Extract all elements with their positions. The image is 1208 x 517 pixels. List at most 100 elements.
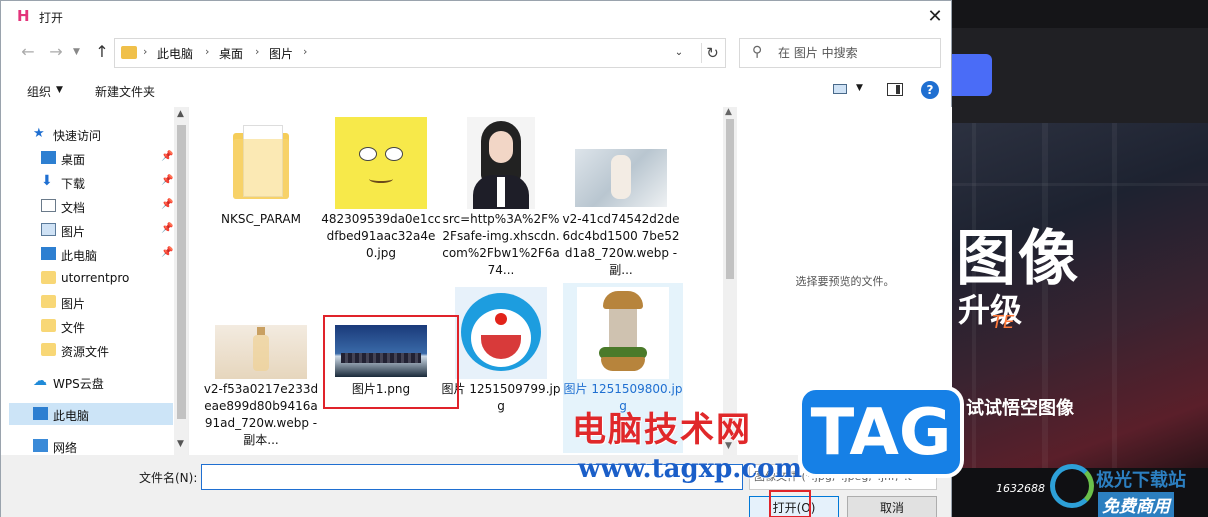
sidebar-item-label: 资源文件 — [61, 345, 110, 359]
view-mode-chevron-down-icon[interactable]: ▼ — [856, 83, 863, 93]
sidebar-item-label: 图片 — [61, 297, 86, 311]
sidebar-item-pictures[interactable]: 图片 📌 — [9, 219, 173, 241]
forward-button[interactable]: → — [47, 43, 65, 61]
search-box[interactable]: ⚲ — [739, 38, 941, 68]
background-app-window: 图像 升级 TE 试试悟空图像 1632688 — [952, 0, 1208, 517]
cancel-button[interactable]: 取消 — [847, 496, 937, 517]
file-item-nksc-param[interactable]: NKSC_PARAM — [201, 113, 321, 283]
sidebar-item-resources-folder[interactable]: 资源文件 — [9, 339, 173, 361]
sidebar-item-label: utorrentpro — [61, 271, 130, 285]
watermark-aurora-logo-icon — [1050, 464, 1094, 508]
back-button[interactable]: ← — [19, 43, 37, 61]
file-item-v2-41cd[interactable]: v2-41cd74542d2de6dc4bd1500 7be52d1a8_720… — [561, 113, 681, 283]
watermark-logo-line1: 极光下载站 — [1096, 470, 1186, 491]
photo-thumbnail — [575, 149, 667, 207]
background-try-text: 试试悟空图像 — [966, 398, 1074, 419]
folder-icon — [121, 46, 137, 59]
file-name: 482309539da0e1ccdfbed91aac32a4e0.jpg — [321, 212, 441, 260]
watermark-site-url: www.tagxp.com — [578, 454, 803, 484]
sidebar-item-label: 文档 — [61, 201, 86, 215]
preview-hint: 选择要预览的文件。 — [795, 275, 895, 288]
breadcrumb-separator-icon[interactable]: › — [303, 45, 307, 58]
sidebar-scrollbar[interactable]: ▲ ▼ — [174, 107, 188, 455]
up-button[interactable]: ↑ — [93, 41, 111, 63]
sidebar-item-label: 此电脑 — [53, 409, 90, 423]
pin-icon[interactable]: 📌 — [161, 151, 173, 162]
scroll-up-icon[interactable]: ▲ — [725, 107, 732, 117]
file-name: NKSC_PARAM — [221, 212, 301, 226]
sidebar-item-files-folder[interactable]: 文件 — [9, 315, 173, 337]
sidebar-item-utorrentpro[interactable]: utorrentpro — [9, 267, 173, 289]
file-item-portrait[interactable]: src=http%3A%2F%2Fsafe-img.xhscdn.com%2Fb… — [441, 113, 561, 283]
pictures-icon — [41, 223, 56, 236]
background-blue-button[interactable] — [952, 54, 992, 96]
sidebar-item-this-pc-pinned[interactable]: 此电脑 📌 — [9, 243, 173, 265]
folder-icon — [41, 319, 56, 332]
search-input[interactable] — [778, 44, 936, 62]
file-item-doraemon[interactable]: 图片 1251509799.jpg — [441, 283, 561, 453]
pin-icon[interactable]: 📌 — [161, 223, 173, 234]
sidebar-item-this-pc[interactable]: 此电脑 — [9, 403, 173, 425]
watermark-tag-logo: TAG — [798, 386, 964, 478]
sidebar-item-documents[interactable]: 文档 📌 — [9, 195, 173, 217]
new-folder-button[interactable]: 新建文件夹 — [95, 83, 155, 100]
breadcrumb-separator-icon[interactable]: › — [255, 45, 259, 58]
folder-icon — [41, 271, 56, 284]
recent-locations-chevron-icon[interactable]: ▼ — [73, 43, 87, 61]
breadcrumb-separator-icon[interactable]: › — [143, 45, 147, 58]
file-name: v2-41cd74542d2de6dc4bd1500 7be52d1a8_720… — [562, 212, 680, 277]
pin-icon[interactable]: 📌 — [161, 247, 173, 258]
sidebar-item-pictures-folder[interactable]: 图片 — [9, 291, 173, 313]
sidebar-item-label: 网络 — [53, 441, 78, 455]
network-icon — [33, 439, 48, 452]
sidebar-item-network[interactable]: 网络 — [9, 435, 173, 455]
organize-button[interactable]: 组织 — [27, 83, 51, 100]
scroll-down-icon[interactable]: ▼ — [177, 439, 184, 449]
pin-icon[interactable]: 📌 — [161, 199, 173, 210]
sidebar-item-downloads[interactable]: ⬇ 下载 📌 — [9, 171, 173, 193]
preview-pane-icon[interactable] — [887, 83, 903, 96]
sidebar-scrollbar-thumb[interactable] — [177, 125, 186, 419]
watermark-site-name: 电脑技术网 — [572, 410, 752, 450]
refresh-icon[interactable]: ↻ — [701, 43, 723, 63]
address-dropdown-chevron-icon[interactable]: ⌄ — [669, 44, 689, 62]
background-topbar — [952, 0, 1208, 28]
portrait-thumbnail — [467, 117, 535, 209]
file-item-sponge[interactable]: 482309539da0e1ccdfbed91aac32a4e0.jpg — [321, 113, 441, 283]
open-button-highlight-box — [769, 490, 811, 517]
breadcrumb-separator-icon[interactable]: › — [205, 45, 209, 58]
computer-icon — [33, 407, 48, 420]
file-name: src=http%3A%2F%2Fsafe-img.xhscdn.com%2Fb… — [442, 212, 560, 277]
file-name: v2-f53a0217e233deae899d80b9416a91ad_720w… — [203, 382, 319, 447]
breadcrumb-desktop[interactable]: 桌面 — [219, 45, 243, 62]
highlight-box — [323, 315, 459, 409]
background-headline: 图像 — [956, 224, 1080, 294]
desktop-icon — [41, 151, 56, 164]
file-name: 图片 1251509799.jpg — [441, 382, 561, 413]
sidebar-item-label: 图片 — [61, 225, 86, 239]
breadcrumb-this-pc[interactable]: 此电脑 — [157, 45, 193, 62]
download-icon: ⬇ — [41, 173, 53, 189]
sidebar-item-desktop[interactable]: 桌面 📌 — [9, 147, 173, 169]
sidebar-item-wps-cloud[interactable]: ☁ WPS云盘 — [9, 371, 173, 393]
background-count: 1632688 — [996, 482, 1045, 495]
folder-icon — [233, 125, 289, 199]
folder-icon — [41, 295, 56, 308]
file-list-scrollbar-thumb[interactable] — [726, 119, 734, 279]
view-mode-icon[interactable] — [833, 84, 847, 94]
spongebob-thumbnail — [335, 117, 427, 209]
address-bar[interactable]: › 此电脑 › 桌面 › 图片 › ⌄ ↻ — [114, 38, 726, 68]
dialog-title: 打开 — [39, 11, 64, 25]
sidebar-item-label: 下载 — [61, 177, 86, 191]
sidebar-item-quick-access[interactable]: ★ 快速访问 — [9, 123, 173, 145]
scroll-up-icon[interactable]: ▲ — [177, 109, 184, 119]
sidebar-item-label: 快速访问 — [53, 129, 102, 143]
organize-chevron-down-icon[interactable]: ▼ — [56, 85, 63, 95]
pin-icon[interactable]: 📌 — [161, 175, 173, 186]
computer-icon — [41, 247, 56, 260]
breadcrumb-pictures[interactable]: 图片 — [269, 45, 293, 62]
close-button[interactable]: ✕ — [917, 3, 953, 31]
bottle-thumbnail — [215, 325, 307, 379]
file-item-v2-f53a[interactable]: v2-f53a0217e233deae899d80b9416a91ad_720w… — [201, 283, 321, 453]
help-icon[interactable]: ? — [921, 81, 939, 99]
